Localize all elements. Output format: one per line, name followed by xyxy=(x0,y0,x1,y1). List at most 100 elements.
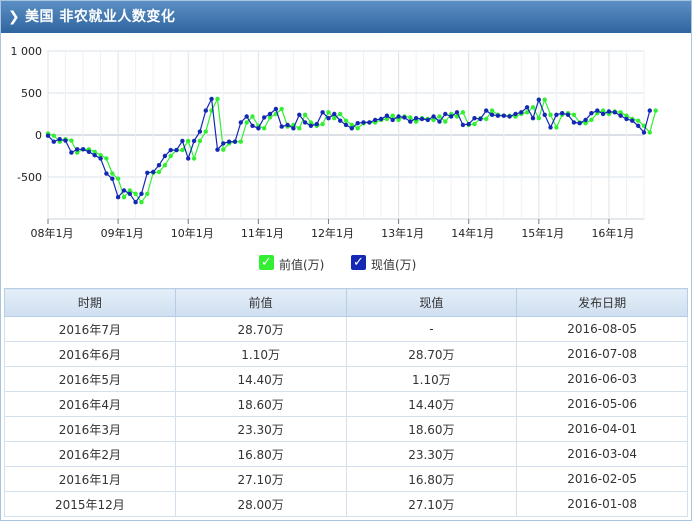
data-point[interactable] xyxy=(168,147,173,153)
data-point[interactable] xyxy=(378,116,384,122)
data-point[interactable] xyxy=(548,125,553,130)
data-point[interactable] xyxy=(343,118,349,123)
data-point[interactable] xyxy=(221,147,226,152)
data-point[interactable] xyxy=(390,117,395,123)
data-point[interactable] xyxy=(273,106,279,112)
data-point[interactable] xyxy=(203,129,208,134)
data-point[interactable] xyxy=(484,108,489,113)
data-point[interactable] xyxy=(361,120,366,125)
data-point[interactable] xyxy=(279,124,284,129)
data-point[interactable] xyxy=(530,105,536,110)
data-point[interactable] xyxy=(332,116,337,121)
data-point[interactable] xyxy=(653,108,658,113)
data-point[interactable] xyxy=(577,121,582,126)
data-point[interactable] xyxy=(571,112,577,118)
data-point[interactable] xyxy=(408,119,413,124)
data-point[interactable] xyxy=(262,115,267,120)
data-point[interactable] xyxy=(256,126,261,131)
data-point[interactable] xyxy=(571,120,577,125)
data-point[interactable] xyxy=(302,120,308,125)
data-point[interactable] xyxy=(560,111,565,116)
data-point[interactable] xyxy=(618,113,623,118)
data-point[interactable] xyxy=(139,191,144,196)
data-point[interactable] xyxy=(191,138,197,144)
data-point[interactable] xyxy=(203,108,208,113)
data-point[interactable] xyxy=(221,141,226,146)
data-point[interactable] xyxy=(565,112,571,118)
data-point[interactable] xyxy=(145,191,150,196)
data-point[interactable] xyxy=(612,110,617,115)
data-point[interactable] xyxy=(168,153,173,159)
data-point[interactable] xyxy=(419,116,425,122)
data-point[interactable] xyxy=(413,116,419,121)
data-point[interactable] xyxy=(51,139,56,144)
data-point[interactable] xyxy=(180,138,185,144)
data-point[interactable] xyxy=(536,116,541,121)
data-point[interactable] xyxy=(472,116,477,121)
data-point[interactable] xyxy=(267,111,273,117)
data-point[interactable] xyxy=(589,117,594,123)
data-point[interactable] xyxy=(636,123,641,128)
data-point[interactable] xyxy=(238,139,243,144)
data-point[interactable] xyxy=(460,110,466,115)
data-point[interactable] xyxy=(326,110,331,115)
data-point[interactable] xyxy=(262,126,267,131)
data-point[interactable] xyxy=(437,119,442,124)
data-point[interactable] xyxy=(396,114,401,119)
data-point[interactable] xyxy=(80,147,86,152)
data-point[interactable] xyxy=(367,120,372,125)
data-point[interactable] xyxy=(244,120,249,125)
data-point[interactable] xyxy=(250,114,255,119)
data-point[interactable] xyxy=(554,112,559,118)
data-point[interactable] xyxy=(133,200,138,205)
data-point[interactable] xyxy=(250,123,255,128)
data-point[interactable] xyxy=(449,114,454,119)
data-point[interactable] xyxy=(191,156,197,161)
data-point[interactable] xyxy=(373,117,378,123)
data-point[interactable] xyxy=(133,191,138,196)
data-point[interactable] xyxy=(156,163,162,168)
data-point[interactable] xyxy=(484,116,489,122)
data-point[interactable] xyxy=(104,171,109,176)
data-point[interactable] xyxy=(501,113,506,118)
data-point[interactable] xyxy=(244,114,249,119)
data-point[interactable] xyxy=(145,170,150,175)
data-point[interactable] xyxy=(548,112,553,118)
checkbox-checked-icon[interactable]: ✓ xyxy=(351,255,366,270)
data-point[interactable] xyxy=(524,105,530,110)
data-point[interactable] xyxy=(443,119,448,124)
data-point[interactable] xyxy=(139,200,144,205)
data-point[interactable] xyxy=(647,108,652,113)
data-point[interactable] xyxy=(115,176,121,181)
data-point[interactable] xyxy=(86,149,92,154)
data-point[interactable] xyxy=(437,114,442,119)
data-point[interactable] xyxy=(197,129,203,134)
data-point[interactable] xyxy=(513,111,518,117)
data-point[interactable] xyxy=(302,112,308,118)
data-point[interactable] xyxy=(530,116,536,121)
data-point[interactable] xyxy=(536,97,541,102)
data-point[interactable] xyxy=(349,126,354,131)
data-point[interactable] xyxy=(630,118,635,123)
data-point[interactable] xyxy=(69,138,74,143)
data-point[interactable] xyxy=(291,126,296,131)
data-point[interactable] xyxy=(121,188,127,193)
data-point[interactable] xyxy=(308,123,314,128)
data-point[interactable] xyxy=(121,195,127,200)
data-point[interactable] xyxy=(647,130,652,135)
data-point[interactable] xyxy=(320,110,325,115)
data-point[interactable] xyxy=(320,121,325,127)
data-point[interactable] xyxy=(343,122,349,128)
data-point[interactable] xyxy=(519,110,524,115)
data-point[interactable] xyxy=(127,191,132,196)
data-point[interactable] xyxy=(390,113,395,118)
data-point[interactable] xyxy=(75,147,80,152)
data-point[interactable] xyxy=(45,133,51,138)
data-point[interactable] xyxy=(542,97,547,102)
data-point[interactable] xyxy=(332,111,337,117)
data-point[interactable] xyxy=(285,122,290,128)
data-point[interactable] xyxy=(489,108,495,113)
data-point[interactable] xyxy=(92,153,97,158)
data-point[interactable] xyxy=(554,125,559,130)
data-point[interactable] xyxy=(174,147,179,153)
